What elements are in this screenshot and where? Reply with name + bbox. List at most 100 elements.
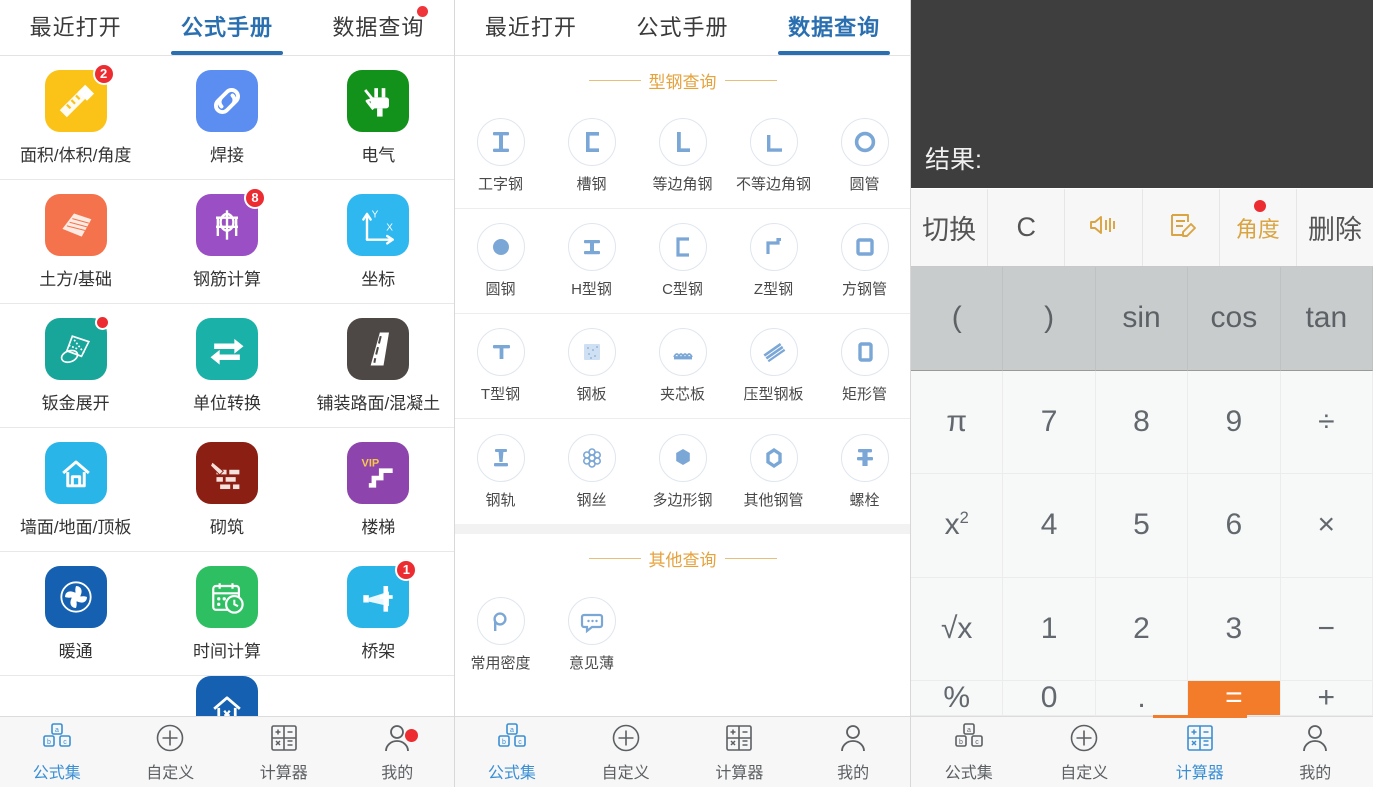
nav-item-计算器[interactable]: 计算器 <box>227 717 341 787</box>
tab-1[interactable]: 最近打开 <box>0 0 151 55</box>
query-item[interactable]: 多边形钢 <box>637 419 728 524</box>
formula-category-label: 砌筑 <box>209 517 244 537</box>
calc-func-3[interactable] <box>1065 189 1143 266</box>
query-item[interactable]: 压型钢板 <box>728 314 819 418</box>
nav-item-公式集[interactable]: a b c 公式集 <box>455 717 569 787</box>
nav-item-计算器[interactable]: 计算器 <box>1142 715 1258 787</box>
formula-category-item[interactable]: 土方/基础 <box>0 180 151 303</box>
tab-2[interactable]: 公式手册 <box>607 0 759 55</box>
formula-category-item[interactable]: 钣金展开 <box>0 304 151 427</box>
formula-category-item[interactable]: 时间计算 <box>151 552 302 675</box>
query-item[interactable]: C型钢 <box>637 209 728 313</box>
query-item[interactable]: 意见薄 <box>546 582 637 687</box>
nav-item-公式集[interactable]: a b c 公式集 <box>911 717 1027 787</box>
nav-item-公式集[interactable]: a b c 公式集 <box>0 717 114 787</box>
formula-category-label: 铺装路面/混凝土 <box>316 393 441 413</box>
nav-notification-dot <box>405 729 418 742</box>
formula-category-item[interactable]: 1 桥架 <box>303 552 454 675</box>
calc-key[interactable]: 5 <box>1095 474 1189 578</box>
calc-key[interactable]: √x <box>911 577 1004 681</box>
formula-category-item[interactable]: 焊接 <box>151 56 302 179</box>
formula-category-item[interactable]: 铺装路面/混凝土 <box>303 304 454 427</box>
i-beam-icon <box>476 118 525 166</box>
formula-category-item[interactable] <box>0 676 454 716</box>
query-item[interactable]: Z型钢 <box>728 209 819 313</box>
tab-3[interactable]: 数据查询 <box>303 0 454 55</box>
calc-func-4[interactable] <box>1143 189 1220 266</box>
tab-2[interactable]: 公式手册 <box>151 0 302 55</box>
query-item[interactable]: H型钢 <box>546 209 637 313</box>
calc-key[interactable]: cos <box>1188 267 1281 371</box>
formula-category-item[interactable]: 单位转换 <box>151 304 302 427</box>
nav-item-我的[interactable]: 我的 <box>796 717 910 787</box>
formula-category-item[interactable]: 暖通 <box>0 552 151 675</box>
query-item[interactable]: 钢轨 <box>455 419 546 524</box>
steel-plate-icon <box>567 328 616 376</box>
sandwich-panel-icon <box>658 328 707 376</box>
formula-category-row: 2 面积/体积/角度 焊接 电气 <box>0 56 454 180</box>
calc-func-1[interactable]: 切换 <box>911 189 989 266</box>
calc-key[interactable]: 2 <box>1095 577 1189 681</box>
formula-category-item[interactable]: 2 面积/体积/角度 <box>0 56 151 179</box>
calc-key[interactable]: sin <box>1095 267 1189 371</box>
query-item[interactable]: 槽钢 <box>546 104 637 208</box>
query-item[interactable]: 工字钢 <box>455 104 546 208</box>
query-item[interactable]: T型钢 <box>455 314 546 418</box>
calc-key[interactable]: 8 <box>1095 370 1189 474</box>
query-item[interactable]: 圆钢 <box>455 209 546 313</box>
calc-key[interactable]: 3 <box>1188 577 1281 681</box>
calc-func-6[interactable]: 删除 <box>1297 189 1373 266</box>
calc-key[interactable]: % <box>911 681 1004 716</box>
calc-key[interactable]: 9 <box>1188 370 1281 474</box>
query-item[interactable]: 矩形管 <box>819 314 910 418</box>
calc-key[interactable]: × <box>1280 474 1373 578</box>
calc-key[interactable]: + <box>1280 681 1373 716</box>
tab-3[interactable]: 数据查询 <box>758 0 910 55</box>
query-item[interactable]: 钢丝 <box>546 419 637 524</box>
formula-category-item[interactable]: 8 钢筋计算 <box>151 180 302 303</box>
formula-category-item[interactable]: 墙面/地面/顶板 <box>0 428 151 551</box>
calc-key-label: x2 <box>944 508 969 542</box>
calc-key[interactable]: = <box>1188 681 1281 716</box>
nav-item-我的[interactable]: 我的 <box>341 717 455 787</box>
query-item[interactable]: 钢板 <box>546 314 637 418</box>
calc-key[interactable]: tan <box>1280 267 1373 371</box>
query-item[interactable]: 常用密度 <box>455 582 546 687</box>
square-tube-icon <box>840 223 889 271</box>
nav-item-自定义[interactable]: 自定义 <box>114 717 228 787</box>
rail-icon <box>476 433 525 482</box>
calc-key[interactable]: − <box>1280 577 1373 681</box>
formula-category-item[interactable]: VIP 楼梯 <box>303 428 454 551</box>
formula-category-item[interactable]: 电气 <box>303 56 454 179</box>
calc-key[interactable]: 6 <box>1188 474 1281 578</box>
calc-key-label: 8 <box>1133 404 1150 438</box>
calc-key[interactable]: 1 <box>1003 577 1096 681</box>
tab-1[interactable]: 最近打开 <box>455 0 607 55</box>
query-item[interactable]: 螺栓 <box>819 419 910 524</box>
nav-item-计算器[interactable]: 计算器 <box>683 717 797 787</box>
formula-category-item[interactable]: 砌筑 <box>151 428 302 551</box>
query-item[interactable]: 方钢管 <box>819 209 910 313</box>
calc-key[interactable]: π <box>911 370 1004 474</box>
nav-item-我的[interactable]: 我的 <box>1258 717 1373 787</box>
calc-func-2[interactable]: C <box>988 189 1066 266</box>
calc-key[interactable]: 0 <box>1003 681 1096 716</box>
calc-func-5[interactable]: 角度 <box>1220 189 1297 266</box>
nav-item-自定义[interactable]: 自定义 <box>569 717 683 787</box>
query-item[interactable]: 等边角钢 <box>637 104 728 208</box>
calc-key[interactable]: ( <box>911 267 1004 371</box>
query-item[interactable]: 夹芯板 <box>637 314 728 418</box>
query-item[interactable]: 不等边角钢 <box>728 104 819 208</box>
query-item[interactable]: 圆管 <box>819 104 910 208</box>
calc-key[interactable]: ÷ <box>1280 370 1373 474</box>
calc-key[interactable]: x2 <box>911 474 1004 578</box>
calc-key[interactable]: 7 <box>1003 370 1096 474</box>
calc-key[interactable]: ) <box>1003 267 1096 371</box>
formula-category-item[interactable]: Y X 坐标 <box>303 180 454 303</box>
calc-key[interactable]: 4 <box>1003 474 1096 578</box>
nav-item-自定义[interactable]: 自定义 <box>1027 717 1143 787</box>
query-item-label: 压型钢板 <box>743 386 804 403</box>
svg-text:VIP: VIP <box>362 457 380 469</box>
query-item[interactable]: 其他钢管 <box>728 419 819 524</box>
calc-key[interactable]: . <box>1095 681 1189 716</box>
